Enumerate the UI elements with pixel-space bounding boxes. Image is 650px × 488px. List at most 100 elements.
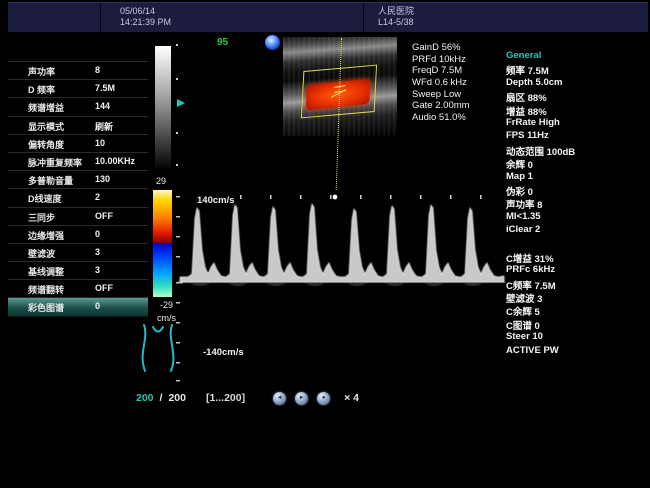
- scale-tick: [420, 195, 422, 199]
- doppler-param-line: WFd 0.6 kHz: [412, 77, 470, 89]
- parameter-value: 10.00KHz: [95, 156, 135, 166]
- color-doppler-bar: [153, 190, 172, 297]
- parameter-label: 偏转角度: [28, 138, 64, 151]
- parameter-value: 10: [95, 138, 105, 148]
- spectral-waveform: [180, 204, 504, 282]
- parameter-row-5[interactable]: 偏转角度 10: [8, 135, 148, 153]
- doppler-param-line: GainD 56%: [412, 42, 470, 54]
- parameter-label: 频谱翻转: [28, 283, 64, 296]
- doppler-param-line: Sweep Low: [412, 89, 470, 101]
- cine-bar: 200 / 200 [1...200] ◄►● × 4: [136, 390, 359, 406]
- status-line: FrRate High: [506, 117, 648, 130]
- status-line: 频率 7.5M: [506, 63, 648, 76]
- status-line: MI<1.35: [506, 211, 648, 224]
- status-line: Map 1: [506, 171, 648, 184]
- parameter-value: 130: [95, 174, 110, 184]
- grayscale-bar: [155, 46, 171, 168]
- spectral-mirror-noise: [180, 283, 504, 286]
- scale-tick: [450, 195, 452, 199]
- stop-button[interactable]: ●: [317, 392, 330, 405]
- stop-icon: ●: [322, 395, 326, 401]
- parameter-row-2[interactable]: D 频率 7.5M: [8, 80, 148, 98]
- status-spacer: [506, 237, 648, 250]
- scale-tick: [176, 302, 180, 304]
- parameter-label: 彩色图谱: [28, 301, 64, 314]
- parameter-value: 2: [95, 192, 100, 202]
- parameter-row-3[interactable]: 频谱增益 144: [8, 98, 148, 116]
- focus-marker-icon: [265, 35, 280, 50]
- parameter-value: 144: [95, 101, 110, 111]
- parameter-label: 壁滤波: [28, 247, 55, 260]
- status-line: Steer 10: [506, 331, 648, 344]
- scale-tick: [360, 195, 362, 199]
- sweep-marker: [333, 195, 338, 200]
- scale-tick: [390, 195, 392, 199]
- parameter-row-14[interactable]: 彩色图谱 0: [8, 298, 148, 316]
- parameter-label: D 频率: [28, 83, 55, 96]
- prev-frame-icon: ◄: [277, 395, 283, 401]
- status-line: ACTIVE PW: [506, 345, 648, 358]
- gray-bar-tick: [176, 132, 178, 134]
- scale-tick: [330, 195, 332, 199]
- parameter-row-9[interactable]: 三同步OFF: [8, 208, 148, 226]
- parameter-row-10[interactable]: 边缘增强0: [8, 226, 148, 244]
- parameter-row-11[interactable]: 壁滤波 3: [8, 244, 148, 262]
- parameter-value: 3: [95, 247, 100, 257]
- parameter-row-13[interactable]: 频谱翻转 OFF: [8, 280, 148, 298]
- status-line: C余辉 5: [506, 304, 648, 317]
- status-line: 声功率 8: [506, 197, 648, 210]
- cine-separator: /: [160, 392, 163, 404]
- parameter-row-4[interactable]: 显示模式 刷新: [8, 117, 148, 135]
- next-frame-button[interactable]: ►: [295, 392, 308, 405]
- status-line: C频率 7.5M: [506, 278, 648, 291]
- parameter-label: 声功率: [28, 65, 55, 78]
- scale-tick: [176, 196, 180, 198]
- parameter-value: 0: [95, 301, 100, 311]
- probe-model: L14-5/38: [378, 17, 414, 28]
- parameter-row-8[interactable]: D线速度 2: [8, 189, 148, 207]
- status-line: 伪彩 0: [506, 184, 648, 197]
- color-scale-min: -29: [160, 300, 173, 310]
- parameter-label: 脉冲重复频率: [28, 156, 82, 169]
- color-bar-negative: [153, 243, 172, 297]
- header-divider: [363, 3, 364, 32]
- status-line: 扇区 88%: [506, 90, 648, 103]
- header-bar: 05/06/14 14:21:39 PM 人民医院 L14-5/38: [8, 2, 648, 32]
- parameter-value: 刷新: [95, 120, 113, 133]
- scale-tick: [176, 256, 180, 258]
- cine-playback-buttons: ◄ ► ●: [273, 392, 330, 405]
- parameter-row-7[interactable]: 多普勒音量130: [8, 171, 148, 189]
- doppler-param-line: PRFd 10kHz: [412, 54, 470, 66]
- status-panel-title: General: [506, 50, 648, 63]
- scale-tick: [480, 195, 482, 199]
- exam-time: 14:21:39 PM: [120, 17, 171, 28]
- exam-date: 05/06/14: [120, 6, 155, 17]
- parameter-value: 7.5M: [95, 83, 115, 93]
- status-line: iClear 2: [506, 224, 648, 237]
- header-divider: [100, 3, 101, 32]
- status-line: C增益 31%: [506, 251, 648, 264]
- body-marker-icon[interactable]: [136, 322, 182, 374]
- parameter-value: OFF: [95, 211, 113, 221]
- ultrasound-screen: 05/06/14 14:21:39 PM 人民医院 L14-5/38 声功率8D…: [0, 0, 650, 488]
- parameter-label: 显示模式: [28, 120, 64, 133]
- scale-tick: [176, 216, 180, 218]
- parameter-value: OFF: [95, 283, 113, 293]
- parameter-label: 频谱增益: [28, 101, 64, 114]
- parameter-row-1[interactable]: 声功率8: [8, 62, 148, 80]
- status-line: 余辉 0: [506, 157, 648, 170]
- parameter-row-6[interactable]: 脉冲重复频率 10.00KHz: [8, 153, 148, 171]
- parameter-label: D线速度: [28, 192, 62, 205]
- color-scale-max: 29: [156, 176, 166, 186]
- doppler-param-line: Gate 2.00mm: [412, 100, 470, 112]
- scale-tick: [240, 195, 242, 199]
- frame-number: 95: [217, 37, 228, 48]
- parameter-row-12[interactable]: 基线调整3: [8, 262, 148, 280]
- next-frame-icon: ►: [299, 395, 305, 401]
- status-line: 增益 88%: [506, 104, 648, 117]
- hospital-name: 人民医院: [378, 6, 414, 17]
- prev-frame-button[interactable]: ◄: [273, 392, 286, 405]
- status-line: FPS 11Hz: [506, 130, 648, 143]
- velocity-scale-max: 140cm/s: [197, 195, 235, 206]
- parameter-label: 基线调整: [28, 265, 64, 278]
